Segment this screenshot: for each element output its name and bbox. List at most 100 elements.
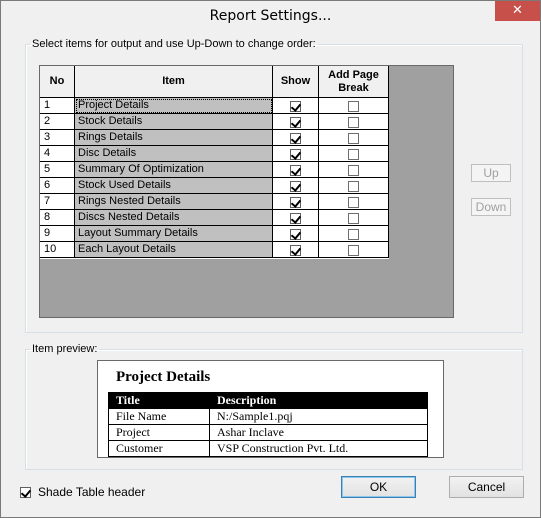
row-number: 4 [40,146,75,162]
row-show-cell [273,146,319,162]
row-item-label[interactable]: Summary Of Optimization [75,162,273,178]
title-bar: Report Settings... ✕ [1,1,540,32]
item-preview: Project Details Title Description File N… [97,360,444,458]
page-break-checkbox[interactable] [348,133,359,144]
page-break-checkbox[interactable] [348,245,359,256]
row-page-break-cell [319,210,389,226]
shade-header-checkbox[interactable] [20,486,31,498]
up-button[interactable]: Up [471,164,511,182]
table-row[interactable]: 3 Rings Details [40,130,389,146]
page-break-checkbox[interactable] [348,213,359,224]
row-item-label[interactable]: Stock Used Details [75,178,273,194]
preview-header-title: Title [108,392,210,409]
page-break-checkbox[interactable] [348,181,359,192]
preview-cell-title: Customer [108,440,210,457]
row-show-cell [273,98,319,114]
row-page-break-cell [319,146,389,162]
preview-header-description: Description [209,392,428,409]
preview-group-legend: Item preview: [32,343,98,355]
row-show-cell [273,194,319,210]
row-show-cell [273,242,319,258]
page-break-checkbox[interactable] [348,149,359,160]
row-page-break-cell [319,114,389,130]
down-button[interactable]: Down [471,198,511,216]
row-item-label[interactable]: Project Details [75,98,273,114]
row-show-cell [273,226,319,242]
row-item-label[interactable]: Discs Nested Details [75,210,273,226]
header-page-break: Add Page Break [319,66,389,98]
show-checkbox[interactable] [290,181,301,192]
row-number: 3 [40,130,75,146]
row-page-break-cell [319,226,389,242]
close-icon[interactable]: ✕ [495,1,540,21]
preview-cell-description: N:/Sample1.pqj [209,408,428,425]
show-checkbox[interactable] [290,229,301,240]
cancel-button[interactable]: Cancel [449,476,524,498]
row-page-break-cell [319,242,389,258]
page-break-checkbox[interactable] [348,229,359,240]
row-page-break-cell [319,130,389,146]
page-break-checkbox[interactable] [348,197,359,208]
row-item-label[interactable]: Rings Nested Details [75,194,273,210]
row-number: 5 [40,162,75,178]
preview-cell-description: VSP Construction Pvt. Ltd. [209,440,428,457]
report-settings-dialog: Report Settings... ✕ Select items for ou… [0,0,541,518]
table-row[interactable]: 8 Discs Nested Details [40,210,389,226]
show-checkbox[interactable] [290,101,301,112]
shade-header-option[interactable]: Shade Table header [20,485,145,499]
show-checkbox[interactable] [290,197,301,208]
preview-cell-title: Project [108,424,210,441]
table-row[interactable]: 7 Rings Nested Details [40,194,389,210]
row-item-label[interactable]: Disc Details [75,146,273,162]
row-number: 2 [40,114,75,130]
table-row[interactable]: 6 Stock Used Details [40,178,389,194]
row-show-cell [273,210,319,226]
table-row[interactable]: 1 Project Details [40,98,389,114]
row-item-label[interactable]: Stock Details [75,114,273,130]
preview-cell-title: File Name [108,408,210,425]
show-checkbox[interactable] [290,117,301,128]
row-page-break-cell [319,162,389,178]
header-item: Item [75,66,273,98]
table-row[interactable]: 9 Layout Summary Details [40,226,389,242]
table-row[interactable]: 5 Summary Of Optimization [40,162,389,178]
items-grid-cells: No Item Show Add Page Break 1 Project Det… [40,66,389,259]
row-page-break-cell [319,178,389,194]
header-no: No [40,66,75,98]
preview-header-row: Title Description [108,392,428,409]
show-checkbox[interactable] [290,213,301,224]
row-show-cell [273,130,319,146]
row-item-label[interactable]: Rings Details [75,130,273,146]
show-checkbox[interactable] [290,133,301,144]
row-show-cell [273,178,319,194]
row-number: 1 [40,98,75,114]
preview-table: Title Description File Name N:/Sample1.p… [108,392,428,457]
items-group-legend: Select items for output and use Up-Down … [32,38,316,50]
row-show-cell [273,114,319,130]
table-row[interactable]: 2 Stock Details [40,114,389,130]
row-number: 9 [40,226,75,242]
page-break-checkbox[interactable] [348,117,359,128]
page-break-checkbox[interactable] [348,165,359,176]
page-break-checkbox[interactable] [348,101,359,112]
preview-row: File Name N:/Sample1.pqj [108,408,428,425]
preview-row: Customer VSP Construction Pvt. Ltd. [108,440,428,457]
table-row[interactable]: 10 Each Layout Details [40,242,389,258]
table-row[interactable]: 4 Disc Details [40,146,389,162]
shade-header-label: Shade Table header [38,485,146,499]
row-page-break-cell [319,194,389,210]
row-item-label[interactable]: Layout Summary Details [75,226,273,242]
row-number: 8 [40,210,75,226]
row-show-cell [273,162,319,178]
row-page-break-cell [319,98,389,114]
window-title: Report Settings... [209,8,332,24]
show-checkbox[interactable] [290,245,301,256]
row-number: 7 [40,194,75,210]
preview-cell-description: Ashar Inclave [209,424,428,441]
row-item-label[interactable]: Each Layout Details [75,242,273,258]
preview-title: Project Details [116,369,211,385]
show-checkbox[interactable] [290,165,301,176]
ok-button[interactable]: OK [341,476,416,498]
items-grid[interactable]: No Item Show Add Page Break 1 Project Det… [39,65,454,318]
show-checkbox[interactable] [290,149,301,160]
